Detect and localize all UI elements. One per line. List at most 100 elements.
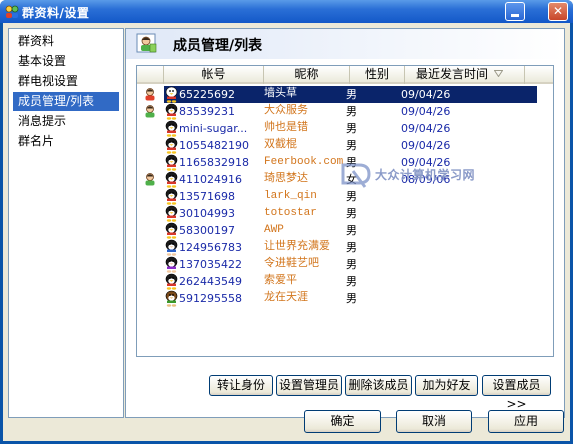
member-account: 591295558 (179, 292, 242, 305)
member-account: 65225692 (179, 88, 235, 101)
member-nickname: 大众服务 (264, 105, 308, 117)
window-title: 群资料/设置 (22, 6, 90, 20)
dialog-client: 群资料 基本设置 群电视设置 成员管理/列表 消息提示 群名片 成员管理/列表 (3, 23, 570, 441)
member-gender: 男 (346, 258, 357, 271)
member-gender: 男 (346, 207, 357, 220)
member-account: mini-sugar... (179, 122, 248, 135)
penguin-avatar-icon (165, 188, 178, 205)
member-account: 83539231 (179, 105, 235, 118)
sidebar-nav: 群资料 基本设置 群电视设置 成员管理/列表 消息提示 群名片 (8, 28, 124, 418)
close-button[interactable]: ✕ (548, 2, 568, 21)
title-bar[interactable]: 群资料/设置 ✕ (0, 0, 573, 23)
member-account: 13571698 (179, 190, 235, 203)
transfer-identity-button[interactable]: 转让身份 (209, 375, 273, 396)
panel-header: 成员管理/列表 (126, 29, 564, 59)
penguin-avatar-white-icon (165, 86, 178, 103)
member-nickname: 帅也是错 (264, 122, 308, 134)
member-last-speak: 09/04/26 (401, 88, 451, 101)
penguin-avatar-icon (165, 222, 178, 239)
member-nickname: 令进鞋艺吧 (264, 258, 319, 270)
table-row[interactable]: 137035422 令进鞋艺吧 男 (137, 256, 553, 273)
column-header-role[interactable] (137, 66, 164, 84)
table-row[interactable]: 30104993 totostar 男 (137, 205, 553, 222)
penguin-avatar-icon (165, 103, 178, 120)
column-header-account[interactable]: 帐号 (164, 66, 264, 84)
member-nickname: lark_qin (264, 190, 317, 202)
member-nickname: AWP (264, 224, 284, 236)
admin-icon (145, 105, 155, 118)
penguin-avatar-girl-icon (165, 171, 178, 188)
owner-icon (145, 88, 155, 101)
set-admin-button[interactable]: 设置管理员 (276, 375, 342, 396)
member-account: 411024916 (179, 173, 242, 186)
watermark-text: 大众计算机学习网 (375, 168, 476, 182)
member-nickname: 双截棍 (264, 139, 297, 151)
member-account: 1165832918 (179, 156, 249, 169)
member-nickname: 索爱平 (264, 275, 297, 287)
dog-avatar-green-icon (165, 290, 178, 307)
member-last-speak: 09/04/26 (401, 105, 451, 118)
list-header: 帐号 昵称 性别 最近发言时间 (137, 66, 553, 84)
sidebar-item-group-card[interactable]: 群名片 (13, 132, 119, 151)
member-nickname: 龙在天涯 (264, 292, 308, 304)
penguin-avatar-icon (165, 205, 178, 222)
member-nickname: 墙头草 (264, 88, 297, 100)
column-header-nickname[interactable]: 昵称 (264, 66, 350, 84)
member-gender: 男 (346, 88, 357, 101)
table-row[interactable]: 58300197 AWP 男 (137, 222, 553, 239)
member-account: 30104993 (179, 207, 235, 220)
add-friend-button[interactable]: 加为好友 (415, 375, 478, 396)
table-row[interactable]: 65225692 墙头草 男 09/04/26 (137, 86, 553, 103)
sidebar-item-group-tv-settings[interactable]: 群电视设置 (13, 72, 119, 91)
apply-button[interactable]: 应用 (488, 410, 564, 433)
minimize-button[interactable] (505, 2, 525, 21)
table-row[interactable]: 1055482190 双截棍 男 09/04/26 (137, 137, 553, 154)
member-last-speak: 09/04/26 (401, 139, 451, 152)
member-account: 262443549 (179, 275, 242, 288)
member-list[interactable]: 帐号 昵称 性别 最近发言时间 65225692 墙头草男 09/04/26 8353… (136, 65, 554, 357)
table-row[interactable]: mini-sugar... 帅也是错 男 09/04/26 (137, 120, 553, 137)
penguin-avatar-icon (165, 120, 178, 137)
member-gender: 男 (346, 224, 357, 237)
penguin-avatar-icon (165, 154, 178, 171)
sidebar-item-basic-settings[interactable]: 基本设置 (13, 52, 119, 71)
ok-button[interactable]: 确定 (304, 410, 381, 433)
member-gender: 男 (346, 105, 357, 118)
member-nickname: Feerbook.com (264, 156, 344, 168)
table-row[interactable]: 262443549 索爱平 男 (137, 273, 553, 290)
member-nickname: totostar (264, 207, 317, 219)
member-account: 58300197 (179, 224, 235, 237)
sort-desc-icon (494, 70, 503, 77)
member-account: 137035422 (179, 258, 242, 271)
sidebar-item-message-notice[interactable]: 消息提示 (13, 112, 119, 131)
set-member-button[interactable]: 设置成员>> (482, 375, 551, 411)
cartoon-avatar-purple-icon (165, 256, 178, 273)
member-gender: 男 (346, 292, 357, 305)
cancel-button[interactable]: 取消 (396, 410, 472, 433)
penguin-avatar-icon (165, 273, 178, 290)
member-panel: 成员管理/列表 帐号 昵称 性别 最近发言时间 65225692 墙头草男 09/0… (125, 28, 565, 418)
member-gender: 男 (346, 275, 357, 288)
admin-icon (145, 173, 155, 186)
delete-member-button[interactable]: 删除该成员 (345, 375, 412, 396)
member-last-speak: 09/04/26 (401, 122, 451, 135)
member-management-icon (136, 33, 157, 53)
member-account: 1055482190 (179, 139, 249, 152)
sidebar-item-member-management[interactable]: 成员管理/列表 (13, 92, 119, 111)
panel-title: 成员管理/列表 (173, 38, 263, 54)
member-nickname: 琦思梦达 (264, 173, 308, 185)
table-row[interactable]: 591295558 龙在天涯 男 (137, 290, 553, 307)
member-gender: 男 (346, 139, 357, 152)
column-header-gender[interactable]: 性别 (350, 66, 405, 84)
table-row[interactable]: 124956783 让世界充满爱 男 (137, 239, 553, 256)
member-gender: 男 (346, 122, 357, 135)
group-icon (5, 5, 19, 18)
dialog-window: 群资料/设置 ✕ 群资料 基本设置 群电视设置 成员管理/列表 消息提示 群名片… (0, 0, 573, 444)
cartoon-avatar-blue-icon (165, 239, 178, 256)
penguin-avatar-icon (165, 137, 178, 154)
sidebar-item-group-info[interactable]: 群资料 (13, 32, 119, 51)
table-row[interactable]: 83539231 大众服务 男 09/04/26 (137, 103, 553, 120)
member-nickname: 让世界充满爱 (264, 241, 330, 253)
member-gender: 男 (346, 241, 357, 254)
column-header-last-speak[interactable]: 最近发言时间 (405, 66, 525, 84)
